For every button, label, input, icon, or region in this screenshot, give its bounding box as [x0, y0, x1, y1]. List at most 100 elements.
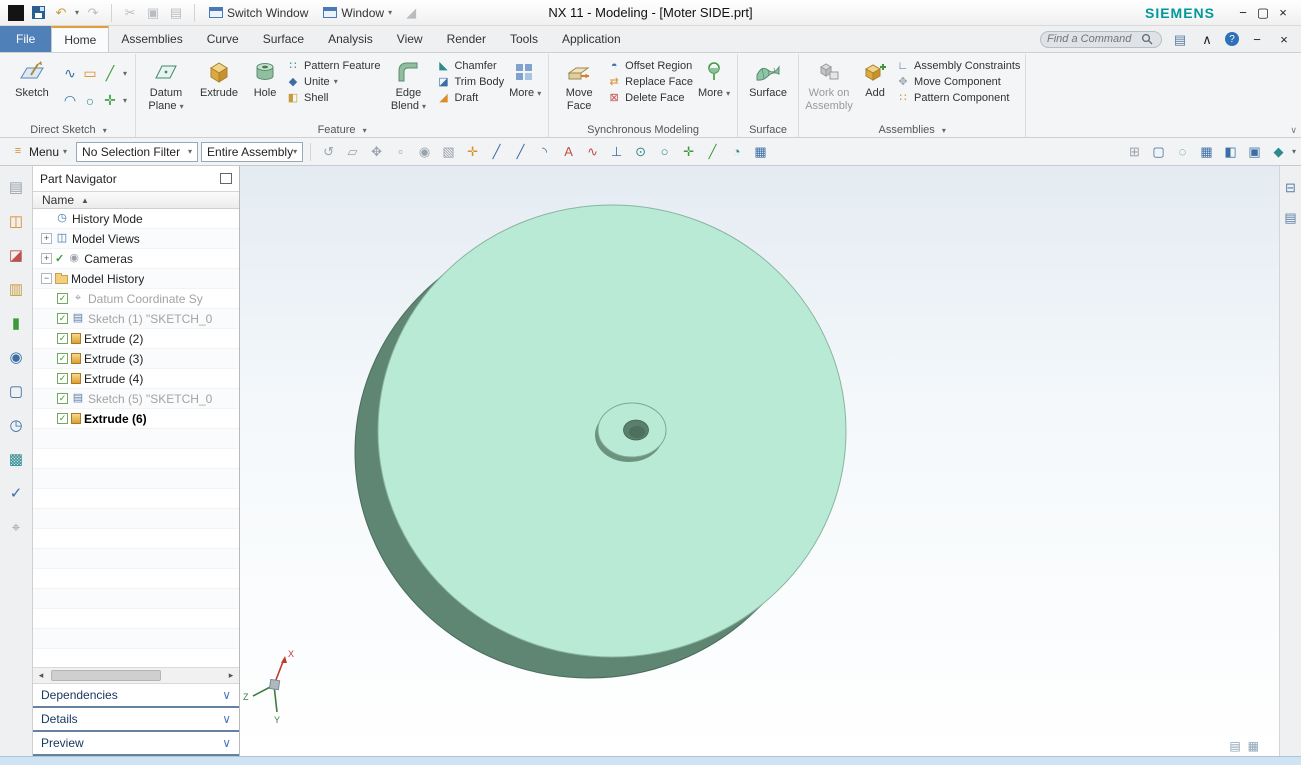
tree-row-model-history[interactable]: − Model History	[33, 269, 239, 289]
menu-button[interactable]: ≡ Menu ▾	[5, 143, 73, 161]
reset-orientation-icon[interactable]: ↺	[318, 141, 339, 162]
surface-button[interactable]: Surface	[743, 56, 793, 101]
shading-icon[interactable]: ◧	[1220, 141, 1241, 162]
tree-row-sketch-1[interactable]: ✓ ▤ Sketch (1) "SKETCH_0	[33, 309, 239, 329]
cube-select-icon[interactable]: ▧	[438, 141, 459, 162]
scroll-right-icon[interactable]: ▸	[223, 670, 239, 681]
assembly-constraints-button[interactable]: ∟ Assembly Constraints	[896, 60, 1021, 72]
clip-section-icon[interactable]: ▤	[1229, 739, 1240, 753]
close-button[interactable]: ×	[1273, 5, 1293, 20]
customize-icon[interactable]: ◢	[402, 4, 420, 22]
window-menu-button[interactable]: Window ▾	[318, 4, 397, 22]
help-icon[interactable]: ?	[1225, 32, 1239, 46]
find-command-input[interactable]	[1047, 33, 1141, 45]
expand-icon[interactable]: +	[41, 253, 52, 264]
scrollbar-track[interactable]	[49, 668, 223, 683]
work-on-assembly-button[interactable]: Work on Assembly	[804, 56, 854, 113]
system-materials-icon[interactable]: ▩	[7, 450, 25, 468]
sketch-button[interactable]: Sketch	[7, 56, 57, 101]
tree-row-extrude-4[interactable]: ✓ Extrude (4)	[33, 369, 239, 389]
move-face-button[interactable]: Move Face	[554, 56, 604, 113]
chamfer-button[interactable]: ◣ Chamfer	[436, 60, 504, 72]
unite-caret[interactable]: ▾	[334, 78, 338, 86]
tree-row-extrude-6[interactable]: ✓ Extrude (6)	[33, 409, 239, 429]
arc-icon[interactable]: ◠	[64, 92, 76, 109]
tangent-snap-icon[interactable]: ╱	[702, 141, 723, 162]
collapse-icon[interactable]: −	[41, 273, 52, 284]
endpoint-snap-icon[interactable]: ╱	[486, 141, 507, 162]
group-caret-icon[interactable]: ▾	[363, 126, 367, 135]
paste-icon[interactable]: ▤	[167, 4, 185, 22]
hole-button[interactable]: Hole	[247, 56, 283, 101]
curve-snap-icon[interactable]: ◝	[534, 141, 555, 162]
selection-filter-select[interactable]: No Selection Filter ▾	[76, 141, 199, 162]
scrollbar-thumb[interactable]	[51, 670, 161, 681]
group-caret-icon[interactable]: ▾	[103, 126, 107, 135]
sketch-tools-caret[interactable]: ▾	[123, 69, 127, 78]
collapse-ribbon-icon[interactable]: ∧	[1198, 30, 1216, 48]
dependencies-panel-header[interactable]: Dependencies ∨	[33, 684, 239, 708]
work-section-icon[interactable]: ▦	[1248, 739, 1259, 753]
draft-button[interactable]: ◢ Draft	[436, 92, 504, 104]
sketch-tools-caret2[interactable]: ▾	[123, 96, 127, 105]
extrude-button[interactable]: Extrude	[194, 56, 244, 101]
tab-analysis[interactable]: Analysis	[316, 26, 385, 52]
group-caret-icon[interactable]: ▾	[942, 126, 946, 135]
tab-render[interactable]: Render	[435, 26, 498, 52]
tree-row-history-mode[interactable]: ◷ History Mode	[33, 209, 239, 229]
unite-button[interactable]: ◆ Unite ▾	[286, 76, 380, 88]
save-icon[interactable]	[29, 4, 47, 22]
tree-row-sketch-5[interactable]: ✓ ▤ Sketch (5) "SKETCH_0	[33, 389, 239, 409]
marquee-select-icon[interactable]: ▫	[390, 141, 411, 162]
ribbon-overflow-chevron[interactable]: ∨	[1290, 125, 1297, 136]
checkbox[interactable]: ✓	[57, 393, 68, 404]
restore-button[interactable]: ▢	[1253, 5, 1273, 21]
offset-region-button[interactable]: ◓ Offset Region	[607, 60, 693, 72]
handles-icon[interactable]: ✥	[366, 141, 387, 162]
window-tile-icon[interactable]: ⊞	[1124, 141, 1145, 162]
undo-caret-icon[interactable]: ▾	[75, 8, 79, 17]
midpoint-snap-icon[interactable]: ╱	[510, 141, 531, 162]
tab-file[interactable]: File	[0, 26, 52, 52]
point-icon[interactable]: ✛	[104, 92, 116, 109]
add-component-button[interactable]: Add	[857, 56, 893, 101]
notes-dock-icon[interactable]: ▤	[1284, 210, 1296, 226]
text-snap-icon[interactable]: A	[558, 141, 579, 162]
checkbox[interactable]: ✓	[57, 313, 68, 324]
snap-plane-icon[interactable]: ▱	[342, 141, 363, 162]
switch-window-button[interactable]: Switch Window	[204, 4, 313, 22]
snap-point-icon[interactable]: ✛	[462, 141, 483, 162]
tab-application[interactable]: Application	[550, 26, 633, 52]
perpendicular-snap-icon[interactable]: ⊥	[606, 141, 627, 162]
shell-button[interactable]: ◧ Shell	[286, 92, 380, 104]
graphics-window[interactable]: X Y Z ▤ ▦	[240, 166, 1279, 756]
intersection-snap-icon[interactable]: ✛	[678, 141, 699, 162]
cut-icon[interactable]: ✂	[121, 4, 139, 22]
grid-snap-icon[interactable]: ▦	[750, 141, 771, 162]
circle-snap-icon[interactable]: ○	[654, 141, 675, 162]
undock-panel-icon[interactable]	[220, 173, 232, 184]
display-mode-icon[interactable]: ▢	[1148, 141, 1169, 162]
checkbox[interactable]: ✓	[57, 353, 68, 364]
datum-plane-button[interactable]: Datum Plane ▾	[141, 56, 191, 113]
view-cube-icon[interactable]: ▣	[1244, 141, 1265, 162]
checkbox[interactable]: ✓	[57, 413, 68, 424]
center-snap-icon[interactable]: ⊙	[630, 141, 651, 162]
horizontal-scrollbar[interactable]: ◂ ▸	[33, 667, 239, 683]
find-command-box[interactable]	[1040, 30, 1162, 48]
undo-icon[interactable]: ↶	[52, 4, 70, 22]
user-interface-icon[interactable]: ▤	[1171, 30, 1189, 48]
circle-icon[interactable]: ○	[86, 93, 94, 109]
delete-face-button[interactable]: ⊠ Delete Face	[607, 92, 693, 104]
sphere-select-icon[interactable]: ◉	[414, 141, 435, 162]
sheet-view-icon[interactable]: ▦	[1196, 141, 1217, 162]
tab-assemblies[interactable]: Assemblies	[109, 26, 194, 52]
assembly-navigator-icon[interactable]: ◫	[7, 212, 25, 230]
copy-icon[interactable]: ▣	[144, 4, 162, 22]
tab-curve[interactable]: Curve	[195, 26, 251, 52]
model-canvas[interactable]: X Y Z	[240, 166, 1279, 756]
studio-spline-icon[interactable]: ∿	[64, 65, 76, 82]
touch-mode-icon[interactable]: ⌖	[7, 518, 25, 536]
toolbar-overflow-caret[interactable]: ▾	[1292, 147, 1296, 156]
tree-row-cameras[interactable]: + ✓ ◉ Cameras	[33, 249, 239, 269]
